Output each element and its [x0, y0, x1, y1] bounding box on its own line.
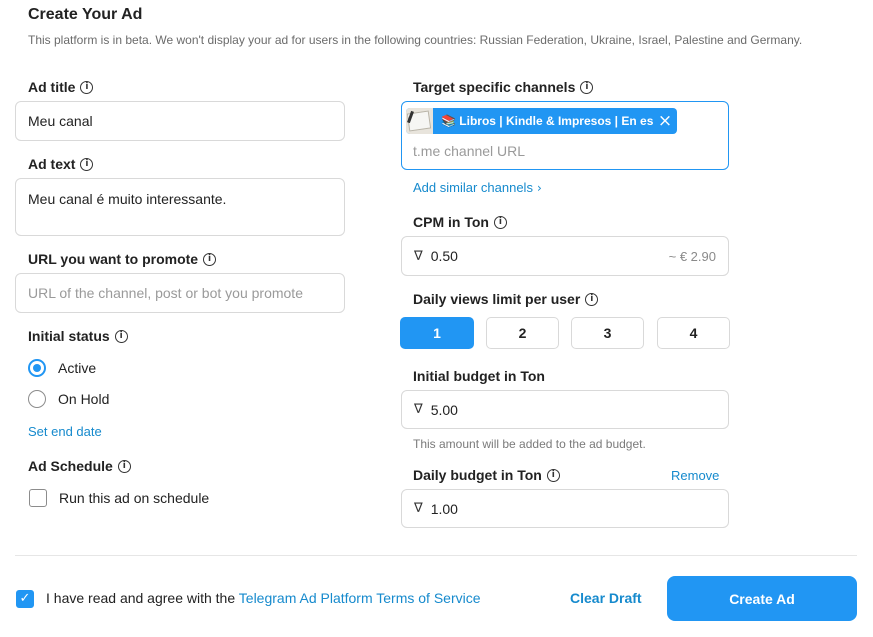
info-circle-icon[interactable]: i — [580, 80, 594, 94]
views-option-2[interactable]: 2 — [486, 317, 559, 349]
url-input[interactable]: URL of the channel, post or bot you prom… — [15, 273, 345, 313]
channels-input[interactable]: 📚 Libros | Kindle & Impresos | En es... … — [401, 101, 729, 170]
add-similar-channels-link[interactable]: Add similar channels › — [413, 180, 542, 195]
schedule-option[interactable]: Run this ad on schedule — [29, 489, 209, 507]
info-circle-icon[interactable]: i — [546, 468, 560, 482]
views-option-3[interactable]: 3 — [571, 317, 644, 349]
info-circle-icon[interactable]: i — [114, 329, 128, 343]
ton-icon: ∇ — [414, 402, 423, 417]
radio-on-hold[interactable] — [28, 390, 46, 408]
page-subtitle: This platform is in beta. We won't displ… — [28, 33, 803, 47]
ton-icon: ∇ — [414, 248, 423, 264]
initial-status-label: Initial status i — [28, 328, 128, 344]
remove-daily-budget-link[interactable]: Remove — [671, 468, 719, 483]
views-option-1[interactable]: 1 — [400, 317, 474, 349]
ad-text-label: Ad text i — [28, 156, 94, 172]
cpm-label: CPM in Ton i — [413, 214, 507, 230]
chevron-right-icon: › — [536, 180, 542, 195]
channel-chip-label: 📚 Libros | Kindle & Impresos | En es... — [441, 114, 653, 128]
status-option-active[interactable]: Active — [28, 359, 96, 377]
info-circle-icon[interactable]: i — [80, 157, 94, 171]
info-circle-icon[interactable]: i — [493, 215, 507, 229]
views-option-4[interactable]: 4 — [657, 317, 730, 349]
info-circle-icon[interactable]: i — [117, 459, 131, 473]
footer-divider — [15, 555, 857, 556]
info-circle-icon[interactable]: i — [585, 292, 599, 306]
channel-url-placeholder: t.me channel URL — [413, 143, 526, 159]
check-icon[interactable]: ✓ — [16, 590, 34, 608]
ad-text-textarea[interactable]: Meu canal é muito interessante. — [15, 178, 345, 236]
close-icon[interactable]: × — [653, 111, 677, 131]
daily-views-label: Daily views limit per user i — [413, 291, 599, 307]
url-placeholder: URL of the channel, post or bot you prom… — [28, 285, 303, 301]
initial-budget-label: Initial budget in Ton — [413, 368, 545, 384]
channel-thumbnail — [406, 108, 433, 134]
terms-checkbox[interactable]: ✓ — [16, 590, 34, 608]
ad-title-input[interactable]: Meu canal — [15, 101, 345, 141]
daily-budget-label: Daily budget in Ton i — [413, 467, 560, 483]
initial-budget-input[interactable]: ∇ 5.00 — [401, 390, 729, 429]
channels-label: Target specific channels i — [413, 79, 594, 95]
terms-text: I have read and agree with the Telegram … — [46, 590, 481, 606]
info-circle-icon[interactable]: i — [203, 252, 217, 266]
info-circle-icon[interactable]: i — [80, 80, 94, 94]
set-end-date-link[interactable]: Set end date — [28, 424, 102, 439]
schedule-checkbox[interactable] — [29, 489, 47, 507]
radio-active[interactable] — [28, 359, 46, 377]
clear-draft-button[interactable]: Clear Draft — [570, 590, 642, 606]
ton-icon: ∇ — [414, 501, 423, 516]
ad-schedule-label: Ad Schedule i — [28, 458, 131, 474]
ad-title-label: Ad title i — [28, 79, 94, 95]
cpm-approx: ~ € 2.90 — [668, 248, 716, 264]
daily-budget-input[interactable]: ∇ 1.00 — [401, 489, 729, 528]
terms-link[interactable]: Telegram Ad Platform Terms of Service — [239, 590, 481, 606]
initial-budget-hint: This amount will be added to the ad budg… — [413, 437, 646, 451]
page-title: Create Your Ad — [28, 6, 143, 23]
status-option-on-hold[interactable]: On Hold — [28, 390, 109, 408]
create-ad-button[interactable]: Create Ad — [667, 576, 857, 621]
url-label: URL you want to promote i — [28, 251, 217, 267]
cpm-input[interactable]: ∇ 0.50 ~ € 2.90 — [401, 236, 729, 276]
channel-chip[interactable]: 📚 Libros | Kindle & Impresos | En es... … — [406, 108, 677, 134]
